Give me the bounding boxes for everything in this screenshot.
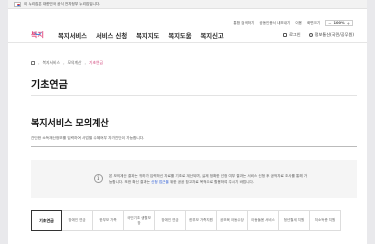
nav-item-welfare-help[interactable]: 복지도움 [168,31,191,40]
login-link[interactable]: 로그인 [283,32,301,38]
notice-text-after: 위한 공공 참고자료 목적으로 활용하여 주시기 바랍니다. [169,180,254,184]
notice-link[interactable]: 신청 접근을 [151,180,169,184]
gov-banner: 이 누리집은 대한민국 공식 전자정부 누리집입니다. [8,0,367,9]
home-icon[interactable] [31,61,35,65]
user-type-link[interactable]: 정보통신(국민/공무원) [308,32,354,38]
tab-single-parent-family[interactable]: 한부모 가족 [93,210,124,231]
utility-links: 통합 검색하기 공동인증서 내보내기 이용 화면크기 − 100% + [233,20,353,26]
zoom-value: 100% [333,21,345,25]
zoom-in-button[interactable]: + [347,21,350,26]
util-label-zoom: 화면크기 [306,20,321,25]
main-nav: 복지서비스 서비스 신청 복지지도 복지도움 복지신고 [58,31,224,40]
nav-item-welfare-map[interactable]: 복지지도 [136,31,159,40]
divider [31,146,357,147]
breadcrumb-item-mock-calc[interactable]: 모의계산 [68,60,82,66]
nav-item-welfare-service[interactable]: 복지서비스 [58,31,87,40]
tab-low-income-support[interactable]: 저소득층 지원 [310,210,341,231]
notice-box: 본 모의계산 결과는 귀하가 입력하신 자료를 기초로 계산되며, 실제 정확한… [31,160,357,198]
breadcrumb-separator-icon: › [63,60,65,66]
tab-child-allowance[interactable]: 공보육 아동수당 [217,210,248,231]
util-link-search[interactable]: 통합 검색하기 [233,21,254,26]
breadcrumb-item-welfare-service[interactable]: 복지서비스 [43,60,60,66]
login-label: 로그인 [289,32,301,37]
gov-banner-text: 이 누리집은 대한민국 공식 전자정부 누리집입니다. [24,1,101,6]
tab-basic-livelihood[interactable]: 국민기초 생활보장 [124,210,155,231]
user-type-label: 정보통신(국민/공무원) [314,32,354,37]
site-header: 복지 복지서비스 서비스 신청 복지지도 복지도움 복지신고 통합 검색하기 공… [8,9,367,43]
tab-disability-pension-2[interactable]: 장애인 연금 [155,210,186,231]
tab-single-parent-support[interactable]: 한부모 가족지원 [186,210,217,231]
breadcrumb-item-current: 기초연금 [89,60,104,65]
breadcrumb-separator-icon: › [84,60,87,66]
section-description: 간단한 소득재산정보를 입력하여 사업별 수혜여부 자가진단이 가능합니다. [31,136,145,140]
tab-disability-pension[interactable]: 장애인 연금 [62,210,93,231]
program-tabs: 기초연금 장애인 연금 한부모 가족 국민기초 생활보장 장애인 연금 한부모 … [31,210,341,231]
nav-item-service-application[interactable]: 서비스 신청 [96,31,127,40]
section-title: 복지서비스 모의계산 [31,119,109,129]
nav-item-welfare-report[interactable]: 복지신고 [201,31,224,40]
util-link-certificate[interactable]: 공동인증서 내보내기 [259,21,290,26]
account-links: 로그인 정보통신(국민/공무원) [283,32,354,38]
tab-child-care-service[interactable]: 아동돌봄 서비스 [248,210,279,231]
tab-youth-rent-support[interactable]: 청년월세 지원 [279,210,310,231]
util-link-usage[interactable]: 이용 [295,21,302,26]
tab-basic-pension[interactable]: 기초연금 [31,210,62,231]
info-icon [94,174,103,183]
zoom-control: − 100% + [325,20,353,26]
breadcrumb-separator-icon: › [38,60,40,66]
breadcrumb: › 복지서비스 › 모의계산 › 기초연금 [31,60,103,66]
page-title: 기초연금 [31,80,68,91]
site-logo[interactable]: 복지 [31,22,47,39]
notice-text: 본 모의계산 결과는 귀하가 입력하신 자료를 기초로 계산되며, 실제 정확한… [109,173,309,185]
zoom-out-button[interactable]: − [328,21,331,26]
korea-flag-icon [14,1,21,7]
divider [31,95,357,96]
browser-viewport: 이 누리집은 대한민국 공식 전자정부 누리집입니다. 복지 복지서비스 서비스… [8,0,367,244]
lock-icon [283,33,288,37]
person-icon [308,33,313,37]
